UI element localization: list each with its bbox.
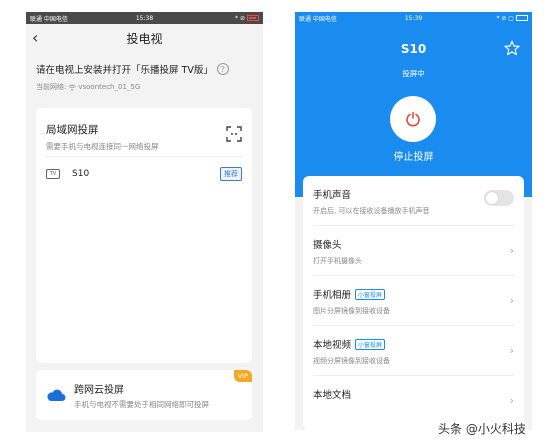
watermark: 头条 @小火科技 xyxy=(438,422,526,436)
setting-subtitle: 图片分屏镜像到接收设备 xyxy=(313,307,390,315)
status-carrier: 联通 中国电信 xyxy=(30,15,68,23)
tv-icon: TV xyxy=(46,169,60,179)
battery-icon xyxy=(515,15,528,21)
stop-cast-button[interactable] xyxy=(390,96,436,142)
setting-photo-album[interactable]: 手机相册 小窗投屏 图片分屏镜像到接收设备 › xyxy=(313,276,514,326)
chevron-right-icon: › xyxy=(509,394,514,407)
casting-header: 联通 中国电信 15:39 * ⊘ ▢ S10 投屏中 停止投屏 xyxy=(295,12,532,197)
install-prompt: 请在电视上安装并打开「乐播投屏 TV版」 ? 当前网络: vsoontech_0… xyxy=(26,52,263,92)
page-title: 投电视 xyxy=(126,31,163,46)
device-name: S10 xyxy=(72,169,90,179)
cloud-cast-card[interactable]: 跨网云投屏 手机与电视不需要处于相同网络即可投屏 VIP xyxy=(36,370,252,420)
status-bar: 联通 中国电信 15:39 * ⊘ ▢ xyxy=(295,12,532,24)
setting-title-wrap: 本地视频 小窗投屏 xyxy=(313,337,514,351)
battery-icon xyxy=(246,15,259,21)
power-icon xyxy=(406,111,420,127)
small-window-tag: 小窗投屏 xyxy=(355,338,386,350)
device-item-s10[interactable]: TV S10 推荐 xyxy=(36,157,252,191)
casting-status: 投屏中 xyxy=(402,69,425,78)
recommend-badge: 推荐 xyxy=(220,167,242,181)
install-prompt-text: 请在电视上安装并打开「乐播投屏 TV版」 xyxy=(36,65,213,76)
setting-title-wrap: 手机相册 小窗投屏 xyxy=(313,287,514,301)
setting-phone-sound: 手机声音 开启后, 可以在接收设备播放手机声音 xyxy=(313,176,514,226)
left-phone-screen: 联通 中国电信 15:38 * ⊘ ‹ 投电视 请在电视上安装并打开「乐播投屏 … xyxy=(26,12,263,432)
star-icon[interactable] xyxy=(504,40,520,56)
right-phone-screen: 联通 中国电信 15:39 * ⊘ ▢ S10 投屏中 停止投屏 手机声音 开启… xyxy=(295,12,532,430)
chevron-right-icon: › xyxy=(509,344,514,357)
setting-subtitle: 开启后, 可以在接收设备播放手机声音 xyxy=(313,207,430,215)
setting-subtitle: 打开手机摄像头 xyxy=(313,257,362,265)
question-circle-icon[interactable]: ? xyxy=(216,63,229,75)
scan-icon[interactable] xyxy=(226,126,242,142)
cast-settings-card: 手机声音 开启后, 可以在接收设备播放手机声音 摄像头 打开手机摄像头 › 手机… xyxy=(303,176,524,430)
small-window-tag: 小窗投屏 xyxy=(355,288,386,300)
setting-subtitle: 视频分屏镜像到接收设备 xyxy=(313,357,390,365)
cloud-cast-title: 跨网云投屏 xyxy=(74,384,124,396)
setting-title: 摄像头 xyxy=(313,240,342,251)
status-time: 15:38 xyxy=(135,14,154,22)
setting-title: 本地文档 xyxy=(313,390,352,401)
status-indicators: * ⊘ ▢ xyxy=(452,15,528,22)
status-bar: 联通 中国电信 15:38 * ⊘ xyxy=(26,12,263,24)
nav-bar: ‹ 投电视 xyxy=(26,24,263,52)
status-indicators: * ⊘ xyxy=(183,15,259,22)
chevron-left-icon[interactable]: ‹ xyxy=(32,28,38,48)
chevron-right-icon: › xyxy=(509,244,514,257)
current-network: 当前网络: vsoontech_01_5G xyxy=(36,82,253,92)
vip-badge: VIP xyxy=(233,370,252,382)
stop-cast-label: 停止投屏 xyxy=(393,152,434,163)
wifi-icon xyxy=(68,84,77,91)
status-time: 15:39 xyxy=(404,14,423,22)
cloud-cast-subtitle: 手机与电视不需要处于相同网络即可投屏 xyxy=(74,399,209,409)
setting-local-docs[interactable]: 本地文档 › xyxy=(313,376,514,426)
setting-title: 本地视频 xyxy=(313,340,352,351)
lan-cast-card: 局域网投屏 需要手机与电视连接同一网络投屏 TV S10 推荐 xyxy=(36,108,252,363)
cloud-icon xyxy=(47,389,66,401)
network-label: 当前网络: xyxy=(36,83,67,91)
lan-cast-title: 局域网投屏 xyxy=(46,124,99,136)
setting-camera[interactable]: 摄像头 打开手机摄像头 › xyxy=(313,226,514,276)
casting-device-name: S10 xyxy=(400,42,427,56)
network-name: vsoontech_01_5G xyxy=(78,83,141,91)
lan-cast-subtitle: 需要手机与电视连接同一网络投屏 xyxy=(46,142,159,151)
setting-local-video[interactable]: 本地视频 小窗投屏 视频分屏镜像到接收设备 › xyxy=(313,326,514,376)
chevron-right-icon: › xyxy=(509,294,514,307)
status-carrier: 联通 中国电信 xyxy=(299,15,337,23)
phone-sound-toggle[interactable] xyxy=(484,190,514,206)
setting-title: 手机相册 xyxy=(313,290,352,301)
